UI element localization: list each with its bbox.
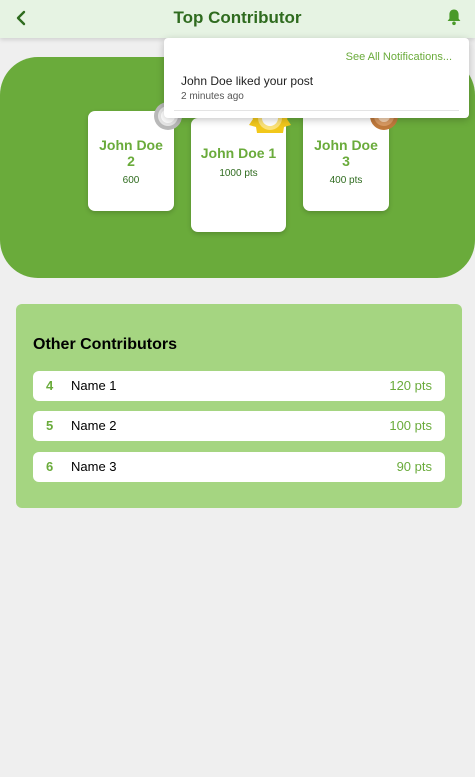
contributor-rank: 4 bbox=[46, 378, 54, 393]
contributor-rank: 6 bbox=[46, 459, 54, 474]
notification-message: John Doe liked your post bbox=[181, 74, 314, 88]
notification-timestamp: 2 minutes ago bbox=[181, 91, 244, 102]
contributor-name: Name 2 bbox=[71, 418, 117, 433]
contributor-rank: 5 bbox=[46, 418, 54, 433]
podium-points-second: 600 bbox=[122, 175, 140, 186]
notifications-button[interactable] bbox=[443, 6, 465, 28]
notifications-dropdown: See All Notifications... John Doe liked … bbox=[164, 38, 469, 118]
podium-name-third: John Doe 3 bbox=[314, 137, 378, 169]
podium-card-first[interactable]: John Doe 1 1000 pts bbox=[191, 118, 286, 232]
contributor-row[interactable]: 5 Name 2 100 pts bbox=[33, 411, 445, 441]
notification-item[interactable]: John Doe liked your post 2 minutes ago bbox=[174, 74, 459, 111]
app-screen: Top Contributor John Doe 2 600 John Doe … bbox=[0, 0, 475, 777]
other-contributors-heading: Other Contributors bbox=[33, 336, 177, 353]
contributor-row[interactable]: 6 Name 3 90 pts bbox=[33, 452, 445, 482]
contributor-row[interactable]: 4 Name 1 120 pts bbox=[33, 371, 445, 401]
podium-name-second: John Doe 2 bbox=[99, 137, 163, 169]
contributor-points: 120 pts bbox=[389, 378, 432, 393]
contributor-points: 100 pts bbox=[389, 418, 432, 433]
see-all-notifications-link[interactable]: See All Notifications... bbox=[346, 51, 452, 63]
other-contributors-panel: Other Contributors 4 Name 1 120 pts 5 Na… bbox=[16, 304, 462, 508]
podium-points-third: 400 pts bbox=[329, 175, 363, 186]
bell-icon bbox=[447, 9, 461, 26]
podium-name-first: John Doe 1 bbox=[200, 145, 277, 161]
contributor-name: Name 3 bbox=[71, 459, 117, 474]
page-title: Top Contributor bbox=[173, 8, 302, 27]
contributor-points: 90 pts bbox=[396, 459, 432, 474]
podium-points-first: 1000 pts bbox=[219, 168, 258, 179]
top-app-bar: Top Contributor bbox=[0, 0, 475, 38]
contributor-name: Name 1 bbox=[71, 378, 117, 393]
